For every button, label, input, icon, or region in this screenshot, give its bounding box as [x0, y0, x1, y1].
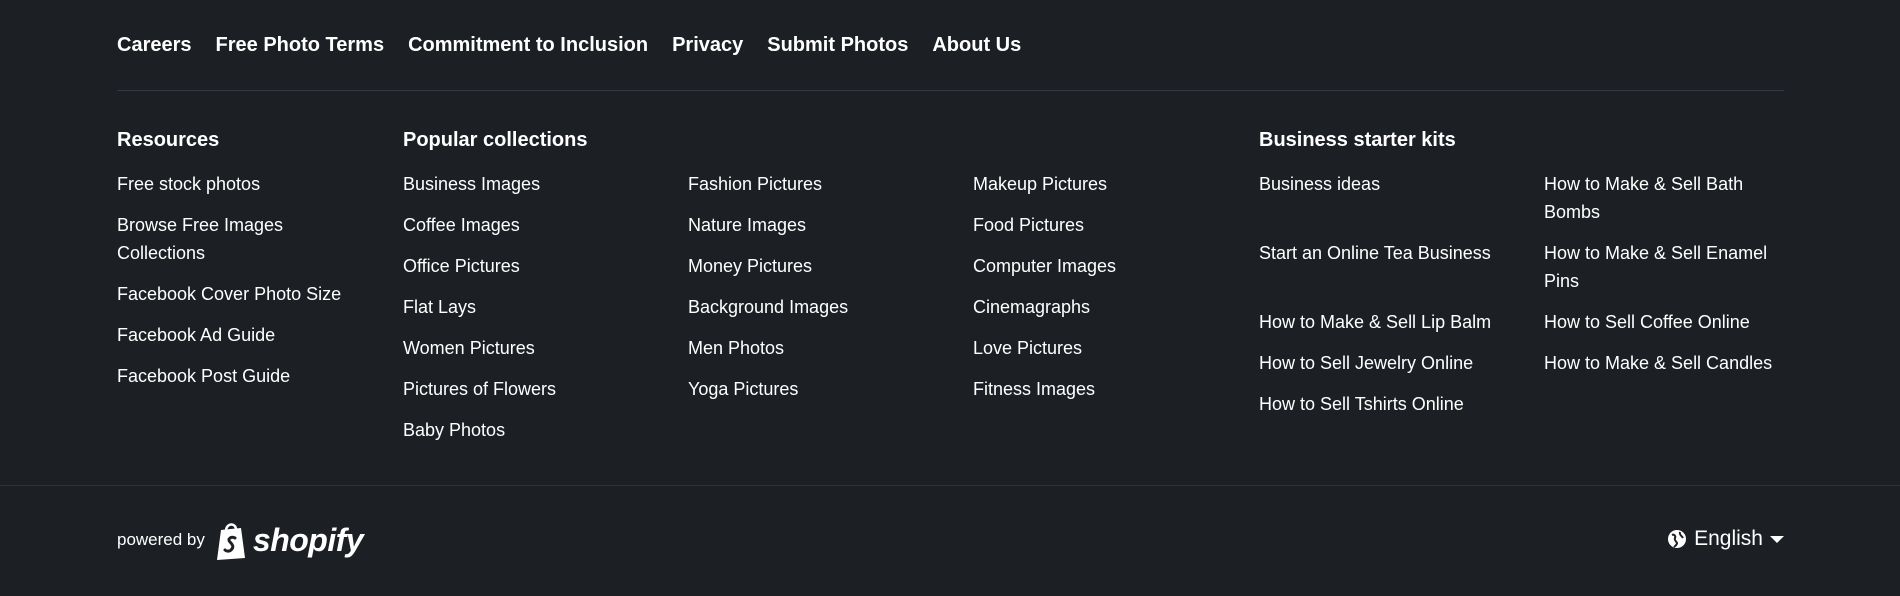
nav-link-submit-photos[interactable]: Submit Photos	[767, 30, 908, 60]
business-kits-heading: Business starter kits	[1259, 129, 1456, 151]
resources-link[interactable]: Facebook Ad Guide	[117, 321, 387, 349]
collection-link[interactable]: Background Images	[688, 293, 958, 321]
collection-link[interactable]: Money Pictures	[688, 252, 958, 280]
language-selector[interactable]: English	[1667, 527, 1784, 551]
collection-link[interactable]: Makeup Pictures	[973, 170, 1243, 198]
powered-by-label: powered by	[117, 530, 205, 549]
business-kit-link[interactable]: How to Make & Sell Lip Balm	[1259, 308, 1529, 336]
collection-link[interactable]: Yoga Pictures	[688, 375, 958, 403]
language-label: English	[1694, 527, 1763, 550]
business-kit-link[interactable]: How to Make & Sell Enamel Pins	[1544, 239, 1784, 295]
business-kit-link[interactable]: Business ideas	[1259, 170, 1529, 226]
collection-link[interactable]: Food Pictures	[973, 211, 1243, 239]
resources-column: Resources Free stock photos Browse Free …	[117, 126, 387, 403]
collection-link[interactable]: Computer Images	[973, 252, 1243, 280]
nav-link-about-us[interactable]: About Us	[932, 30, 1021, 60]
collection-link[interactable]: Office Pictures	[403, 252, 673, 280]
globe-icon	[1668, 530, 1687, 548]
nav-link-careers[interactable]: Careers	[117, 30, 192, 60]
business-kit-link[interactable]: How to Make & Sell Bath Bombs	[1544, 170, 1784, 226]
shopify-bag-icon	[216, 523, 245, 560]
collection-link[interactable]: Nature Images	[688, 211, 958, 239]
popular-collections-column-1: Popular collections Business Images Coff…	[403, 126, 673, 457]
business-kit-link[interactable]: How to Sell Tshirts Online	[1259, 390, 1529, 418]
popular-collections-column-3: Makeup Pictures Food Pictures Computer I…	[973, 126, 1243, 416]
collection-link[interactable]: Coffee Images	[403, 211, 673, 239]
top-divider	[117, 90, 1784, 91]
powered-by-shopify[interactable]: powered by shopify	[117, 520, 364, 560]
collection-link[interactable]: Pictures of Flowers	[403, 375, 673, 403]
collection-link[interactable]: Fashion Pictures	[688, 170, 958, 198]
collection-link[interactable]: Love Pictures	[973, 334, 1243, 362]
caret-down-icon	[1770, 536, 1784, 543]
popular-collections-column-2: Fashion Pictures Nature Images Money Pic…	[688, 126, 958, 416]
collection-link[interactable]: Cinemagraphs	[973, 293, 1243, 321]
collection-link[interactable]: Baby Photos	[403, 416, 673, 444]
nav-link-commitment-to-inclusion[interactable]: Commitment to Inclusion	[408, 30, 648, 60]
nav-link-free-photo-terms[interactable]: Free Photo Terms	[216, 30, 385, 60]
business-kit-link[interactable]: Start an Online Tea Business	[1259, 239, 1529, 295]
popular-collections-heading: Popular collections	[403, 129, 588, 151]
resources-link[interactable]: Facebook Post Guide	[117, 362, 387, 390]
shopify-logo: shopify	[215, 520, 364, 560]
collection-link[interactable]: Fitness Images	[973, 375, 1243, 403]
collection-link[interactable]: Men Photos	[688, 334, 958, 362]
footer-top-nav: Careers Free Photo Terms Commitment to I…	[117, 30, 1021, 60]
business-kits-column-1: Business starter kits Business ideas Sta…	[1259, 126, 1529, 431]
collection-link[interactable]: Business Images	[403, 170, 673, 198]
business-kit-link[interactable]: How to Sell Coffee Online	[1544, 308, 1784, 336]
resources-link[interactable]: Browse Free Images Collections	[117, 211, 317, 267]
collection-link[interactable]: Flat Lays	[403, 293, 673, 321]
nav-link-privacy[interactable]: Privacy	[672, 30, 743, 60]
resources-link[interactable]: Facebook Cover Photo Size	[117, 280, 387, 308]
business-kits-column-2: How to Make & Sell Bath Bombs How to Mak…	[1544, 126, 1784, 390]
resources-link[interactable]: Free stock photos	[117, 170, 387, 198]
shopify-wordmark: shopify	[252, 521, 364, 558]
business-kit-link[interactable]: How to Sell Jewelry Online	[1259, 349, 1529, 377]
resources-heading: Resources	[117, 129, 220, 151]
collection-link[interactable]: Women Pictures	[403, 334, 673, 362]
business-kit-link[interactable]: How to Make & Sell Candles	[1544, 349, 1784, 377]
bottom-divider	[0, 485, 1900, 486]
